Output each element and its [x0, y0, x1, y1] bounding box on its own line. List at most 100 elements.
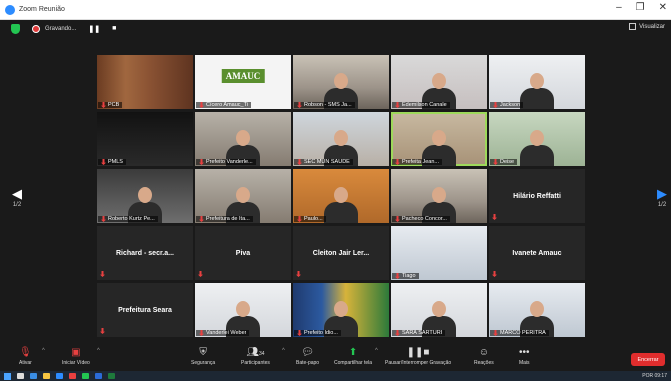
end-meeting-button[interactable]: Encerrar: [631, 353, 665, 366]
word-taskbar-icon[interactable]: [95, 373, 102, 379]
participant-tile[interactable]: Vanderlei Weber: [195, 283, 291, 337]
more-label: Mais: [519, 360, 530, 366]
meeting-status-bar: Gravando... ❚❚ ■ Visualizar: [0, 20, 671, 37]
participant-tile[interactable]: SARA SARTURI: [391, 283, 487, 337]
participant-name: PCB: [108, 102, 120, 108]
participant-name: Cícero Amauc_Ti: [206, 102, 248, 108]
participant-name-bar: Deise: [490, 159, 518, 165]
share-screen-label: Compartilhar tela: [334, 360, 373, 366]
recording-label: Gravando...: [45, 25, 77, 32]
participant-name-bar: Tiago: [392, 273, 419, 279]
participant-tile[interactable]: PMLS: [97, 112, 193, 166]
app-taskbar-icon[interactable]: [69, 373, 76, 379]
muted-mic-icon: [199, 102, 204, 108]
stop-recording-button[interactable]: ■: [112, 25, 116, 32]
title-bar: Zoom Reunião – ❐ ✕: [0, 0, 671, 20]
participant-tile[interactable]: AMAUC Cícero Amauc_Ti: [195, 55, 291, 109]
more-button[interactable]: ••• Mais: [519, 346, 530, 366]
participant-name-bar: PCB: [98, 102, 123, 108]
taskview-icon[interactable]: [30, 373, 37, 379]
app2-taskbar-icon[interactable]: [82, 373, 89, 379]
video-off-icon: ▣: [71, 347, 81, 358]
participant-name: Paulo...: [304, 216, 323, 222]
windows-start-icon[interactable]: [4, 372, 11, 380]
participant-tile[interactable]: Prefeitura Seara: [97, 283, 193, 337]
participant-tile[interactable]: Prefeito Idio...: [293, 283, 389, 337]
muted-mic-icon: [493, 330, 498, 336]
chevron-right-icon: ▶: [657, 186, 667, 201]
participant-name-bar: Cícero Amauc_Ti: [196, 102, 251, 108]
participant-tile[interactable]: Jackson: [489, 55, 585, 109]
share-caret-icon[interactable]: ^: [375, 348, 378, 354]
pause-recording-button[interactable]: ❚❚: [88, 25, 100, 33]
participant-tile[interactable]: Edemilson Canale: [391, 55, 487, 109]
share-screen-icon: ⬆: [348, 347, 358, 358]
participant-tile[interactable]: PCB: [97, 55, 193, 109]
gallery-view: PCB AMAUC Cícero Amauc_Ti Robson - SMS Ja..…: [97, 55, 587, 338]
participant-tile[interactable]: Ivanete Amauc: [489, 226, 585, 280]
zoom-taskbar-icon[interactable]: [56, 373, 63, 379]
reactions-label: Reações: [474, 360, 494, 366]
chat-button[interactable]: 💬︎ Bate-papo: [296, 346, 319, 366]
video-options-caret-icon[interactable]: ^: [97, 348, 100, 354]
participant-name-bar: Edemilson Canale: [392, 102, 450, 108]
next-page-button[interactable]: ▶ 1/2: [655, 186, 669, 208]
participant-name: Pacheco Concor...: [402, 216, 447, 222]
participant-name-bar: MARCO PERITRA: [490, 330, 549, 336]
muted-mic-icon: [199, 159, 204, 165]
participants-button[interactable]: 👥︎34 Participantes: [241, 346, 270, 366]
security-label: Segurança: [191, 360, 216, 366]
participant-tile[interactable]: Hilário Reffatti: [489, 169, 585, 223]
security-shield-icon[interactable]: [11, 23, 20, 34]
shield-icon: ⛨: [199, 347, 207, 358]
participant-tile[interactable]: Piva: [195, 226, 291, 280]
audio-options-caret-icon[interactable]: ^: [42, 348, 45, 354]
participant-name: Richard - secr.a...: [116, 249, 174, 257]
security-button[interactable]: ⛨ Segurança: [191, 346, 215, 366]
participant-name: Tiago: [402, 273, 416, 279]
participant-tile[interactable]: Prefeitura de Ita...: [195, 169, 291, 223]
participant-tile[interactable]: Prefeito Vanderle...: [195, 112, 291, 166]
pause-stop-recording-button[interactable]: ❚❚■ Pausar/Interromper Gravação: [385, 346, 451, 366]
participant-tile[interactable]: MARCO PERITRA: [489, 283, 585, 337]
amauc-logo: AMAUC: [221, 69, 265, 83]
participant-name: Robson - SMS Ja...: [304, 102, 352, 108]
window-controls: – ❐ ✕: [616, 2, 667, 13]
view-button[interactable]: Visualizar: [629, 23, 665, 30]
muted-mic-icon: [395, 273, 400, 279]
minimize-icon[interactable]: –: [616, 2, 622, 13]
participant-tile[interactable]: Deise: [489, 112, 585, 166]
zoom-window: Zoom Reunião – ❐ ✕ Gravando... ❚❚ ■ Visu…: [0, 0, 671, 381]
participant-name: Cleiton Jair Ler...: [312, 249, 370, 257]
participants-caret-icon[interactable]: ^: [282, 348, 285, 354]
muted-mic-icon: [395, 330, 400, 336]
window-title: Zoom Reunião: [19, 6, 65, 13]
participant-tile[interactable]: Tiago: [391, 226, 487, 280]
participant-name: Roberto Kurtz Pe...: [108, 216, 155, 222]
start-video-button[interactable]: ▣ Iniciar Vídeo: [62, 346, 90, 366]
file-explorer-icon[interactable]: [43, 373, 50, 379]
participant-tile[interactable]: Prefeita Jean...: [391, 112, 487, 166]
close-icon[interactable]: ✕: [659, 2, 667, 13]
participants-count: 34: [259, 351, 265, 357]
participant-name: Ivanete Amauc: [512, 249, 562, 257]
reactions-button[interactable]: ☺ Reações: [474, 346, 494, 366]
restore-icon[interactable]: ❐: [636, 2, 645, 13]
grid-view-icon: [629, 23, 637, 30]
previous-page-button[interactable]: ◀ 1/2: [10, 186, 24, 208]
participant-tile[interactable]: Roberto Kurtz Pe...: [97, 169, 193, 223]
participant-tile[interactable]: SEC MUN SAUDE: [293, 112, 389, 166]
unmute-button[interactable]: 🎙︎ Ativar: [19, 346, 32, 366]
excel-taskbar-icon[interactable]: [108, 373, 115, 379]
participant-tile[interactable]: Paulo...: [293, 169, 389, 223]
search-icon[interactable]: [17, 373, 24, 379]
participant-name: Prefeito Vanderle...: [206, 159, 253, 165]
muted-mic-icon: [101, 216, 106, 222]
participant-video: [324, 183, 358, 223]
participant-tile[interactable]: Robson - SMS Ja...: [293, 55, 389, 109]
muted-mic-icon: [199, 216, 204, 222]
participant-tile[interactable]: Richard - secr.a...: [97, 226, 193, 280]
participant-tile[interactable]: Pacheco Concor...: [391, 169, 487, 223]
participant-tile[interactable]: Cleiton Jair Ler...: [293, 226, 389, 280]
share-screen-button[interactable]: ⬆ Compartilhar tela: [334, 346, 372, 366]
